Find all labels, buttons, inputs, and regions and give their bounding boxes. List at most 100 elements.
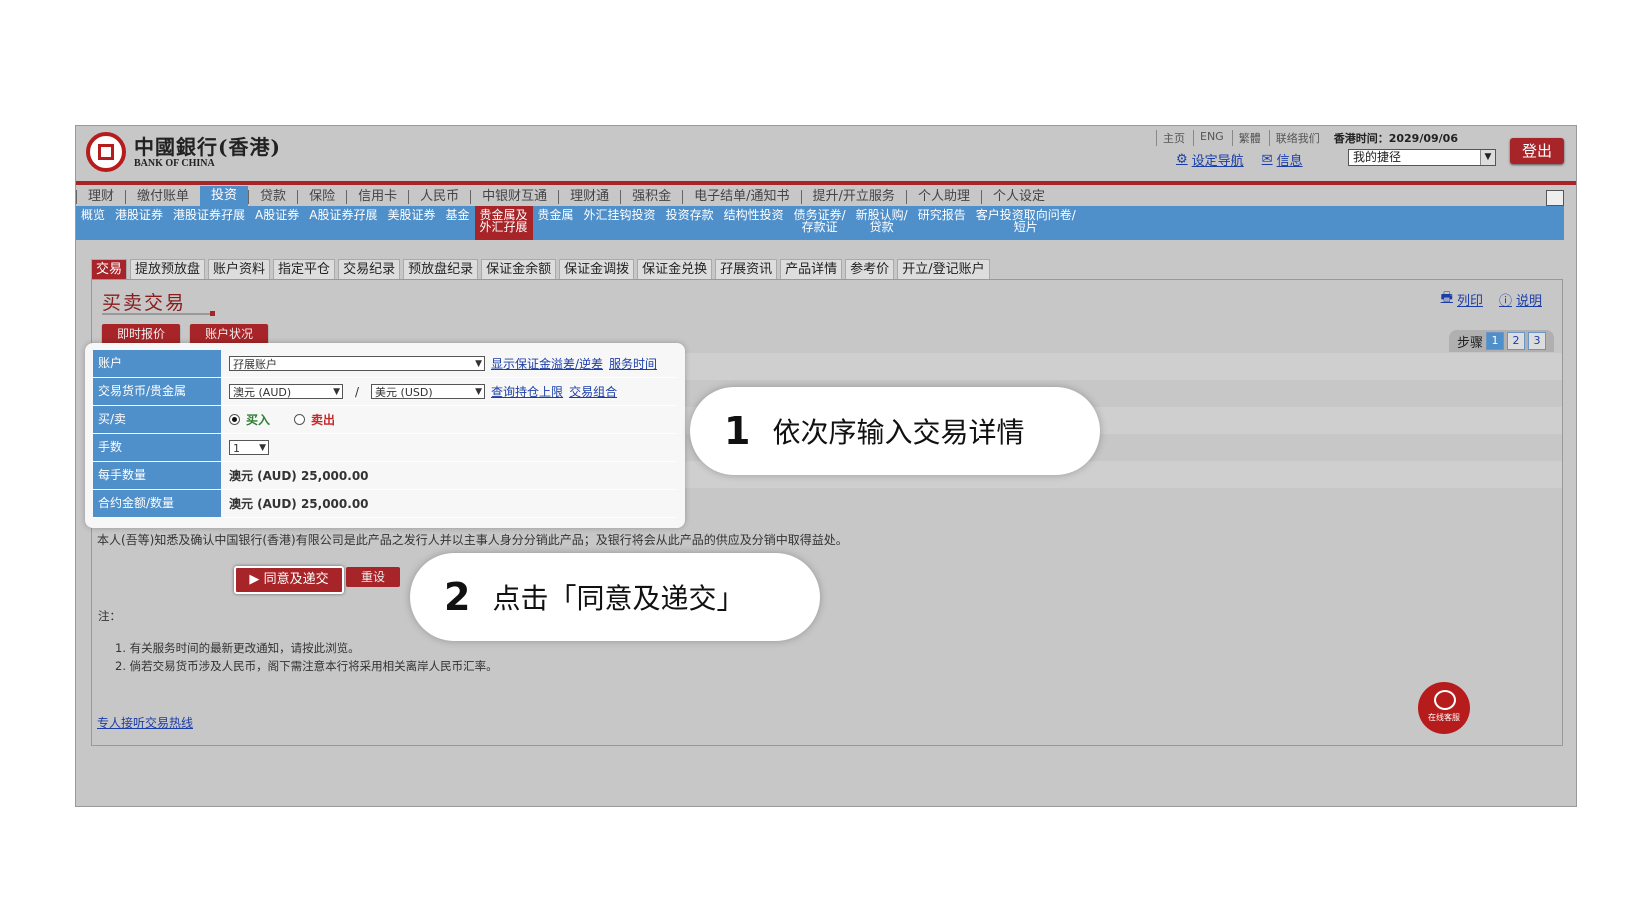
top-links: 主页 ENG 繁體 联络我们 香港时间：2029/09/06 [1156,130,1458,146]
account-status-button[interactable]: 账户状况 [190,324,268,344]
trade-form: 账户 孖展账户 ▼ 显示保证金溢差/逆差 服务时间 交易货币/贵金属 澳元 (AU… [85,343,685,528]
nav-item-estatement[interactable]: 电子结单/通知书 [682,190,800,204]
contact-link[interactable]: 联络我们 [1268,130,1320,146]
service-time-link[interactable]: 服务时间 [609,355,657,372]
lot-qty-row: 每手数量 澳元 (AUD) 25,000.00 [93,462,677,490]
nav-item-loan[interactable]: 贷款 [248,190,297,204]
lot-qty-value: 澳元 (AUD) 25,000.00 [229,469,369,483]
tab-margin-transfer[interactable]: 保证金调拨 [559,259,635,280]
currency-to-select[interactable]: 美元 (USD) ▼ [371,384,486,399]
subnav-fund[interactable]: 基金 [441,206,475,221]
tab-account-info[interactable]: 账户资料 [208,259,271,280]
nav-item-assistant[interactable]: 个人助理 [905,190,981,204]
buysell-label: 买/卖 [93,406,221,433]
callout-number: 1 [724,409,751,453]
nav-item-invest[interactable]: 投资 [200,186,249,206]
subnav-metal[interactable]: 贵金属 [533,206,579,221]
callout-text: 点击「同意及递交」 [492,582,745,615]
callout-number: 2 [444,575,471,619]
nav-item-wmc[interactable]: 理财通 [558,190,620,204]
account-select[interactable]: 孖展账户 ▼ [229,356,485,371]
currency-label: 交易货币/贵金属 [93,378,221,405]
nav-item-connect[interactable]: 中银财互通 [470,190,558,204]
main-nav: 理财 缴付账单 投资 贷款 保险 信用卡 人民币 中银财互通 理财通 强积金 电… [76,186,1576,206]
tab-margin-balance[interactable]: 保证金余额 [481,259,557,280]
subnav-research[interactable]: 研究报告 [913,206,971,221]
agree-submit-button[interactable]: ▶ 同意及递交 [234,566,344,594]
bank-logo[interactable]: 中國銀行(香港) BANK OF CHINA [86,132,281,172]
home-link[interactable]: 主页 [1156,130,1185,146]
tab-reference-price[interactable]: 参考价 [845,259,895,280]
position-limit-link[interactable]: 查询持仓上限 [491,383,563,400]
currency-from-select[interactable]: 澳元 (AUD) ▼ [229,384,343,399]
quote-button[interactable]: 即时报价 [102,324,180,344]
tab-order-history[interactable]: 预放盘纪录 [403,259,479,280]
header-divider [76,181,1576,185]
reset-button[interactable]: 重设 [346,567,400,587]
subnav-hk-stock[interactable]: 港股证券 [110,206,168,221]
tab-margin-info[interactable]: 孖展资讯 [715,259,778,280]
hotline-link[interactable]: 专人接听交易热线 [97,714,193,731]
help-icon: ⓘ [1498,293,1512,309]
tab-open-account[interactable]: 开立/登记账户 [897,259,990,280]
nav-item-mpf[interactable]: 强积金 [620,190,682,204]
nav-item-insurance[interactable]: 保险 [297,190,346,204]
boc-logo-icon [86,132,126,172]
nav-item-settings[interactable]: 个人设定 [980,190,1056,204]
settings-nav-link[interactable]: ⚙ 设定导航 [1176,150,1244,169]
settings-icon: ⚙ [1176,152,1188,167]
subnav-a-margin[interactable]: A股证券孖展 [304,206,382,221]
subnav-overview[interactable]: 概览 [76,206,110,221]
chevron-down-icon: ▼ [259,443,266,453]
callout-step-2: 2 点击「同意及递交」 [410,553,820,641]
tab-product-details[interactable]: 产品详情 [780,259,843,280]
logout-button[interactable]: 登出 [1510,138,1564,164]
tab-history[interactable]: 交易纪录 [338,259,401,280]
nav-item-upgrade[interactable]: 提升/开立服务 [800,190,906,204]
subnav-bond[interactable]: 债务证券/ 存款证 [789,206,851,233]
tab-close-position[interactable]: 指定平仓 [273,259,336,280]
lots-select[interactable]: 1 ▼ [229,440,269,455]
subnav-deposit[interactable]: 投资存款 [661,206,719,221]
shortcut-select[interactable]: 我的捷径 ▼ [1348,149,1496,166]
subnav-ipo[interactable]: 新股认购/ 贷款 [851,206,913,233]
nav-item-bill[interactable]: 缴付账单 [125,190,200,204]
sub-nav: 概览 港股证券 港股证券孖展 A股证券 A股证券孖展 美股证券 基金 贵金属及 … [76,206,1564,240]
logo-chinese: 中國銀行(香港) [134,134,281,159]
tab-order[interactable]: 提放预放盘 [130,259,206,280]
portfolio-link[interactable]: 交易组合 [569,383,617,400]
online-chat-button[interactable]: 在线客服 [1418,682,1470,734]
subnav-fx-linked[interactable]: 外汇挂钩投资 [579,206,661,221]
page-actions: 🖶 列印 ⓘ 说明 [1441,288,1542,310]
help-link[interactable]: ⓘ 说明 [1499,288,1542,310]
title-dot [210,311,215,316]
contract-value: 澳元 (AUD) 25,000.00 [229,497,369,511]
subnav-a-share[interactable]: A股证券 [250,206,304,221]
buy-radio[interactable] [229,414,240,425]
show-margin-link[interactable]: 显示保证金溢差/逆差 [491,355,603,372]
utility-links: ⚙ 设定导航 ✉ 信息 [1176,150,1303,169]
print-link[interactable]: 🖶 列印 [1441,288,1483,310]
sell-radio[interactable] [294,414,306,425]
step-indicator: 步骤 1 2 3 [1448,330,1554,352]
currency-separator: / [355,384,360,399]
english-link[interactable]: ENG [1193,130,1224,146]
nav-item-card[interactable]: 信用卡 [346,190,408,204]
account-row: 账户 孖展账户 ▼ 显示保证金溢差/逆差 服务时间 [93,350,677,378]
contract-row: 合约金额/数量 澳元 (AUD) 25,000.00 [93,490,677,518]
traditional-link[interactable]: 繁體 [1231,130,1261,146]
contract-label: 合约金额/数量 [93,490,221,517]
tab-margin-exchange[interactable]: 保证金兑换 [637,259,713,280]
subnav-questionnaire[interactable]: 客户投资取向问卷/ 短片 [971,206,1081,233]
subnav-structured[interactable]: 结构性投资 [719,206,789,221]
chevron-down-icon: ▼ [1480,150,1495,165]
nav-item-rmb[interactable]: 人民币 [408,190,470,204]
hk-time: 香港时间：2029/09/06 [1333,132,1458,145]
subnav-us-stock[interactable]: 美股证券 [382,206,440,221]
subnav-hk-margin[interactable]: 港股证券孖展 [168,206,250,221]
close-panel-icon[interactable] [1546,190,1564,206]
message-link[interactable]: ✉ 信息 [1262,150,1303,169]
nav-item-wealth[interactable]: 理财 [76,190,125,204]
tab-trade[interactable]: 交易 [91,259,128,280]
subnav-metal-fx-margin[interactable]: 贵金属及 外汇孖展 [474,206,533,240]
